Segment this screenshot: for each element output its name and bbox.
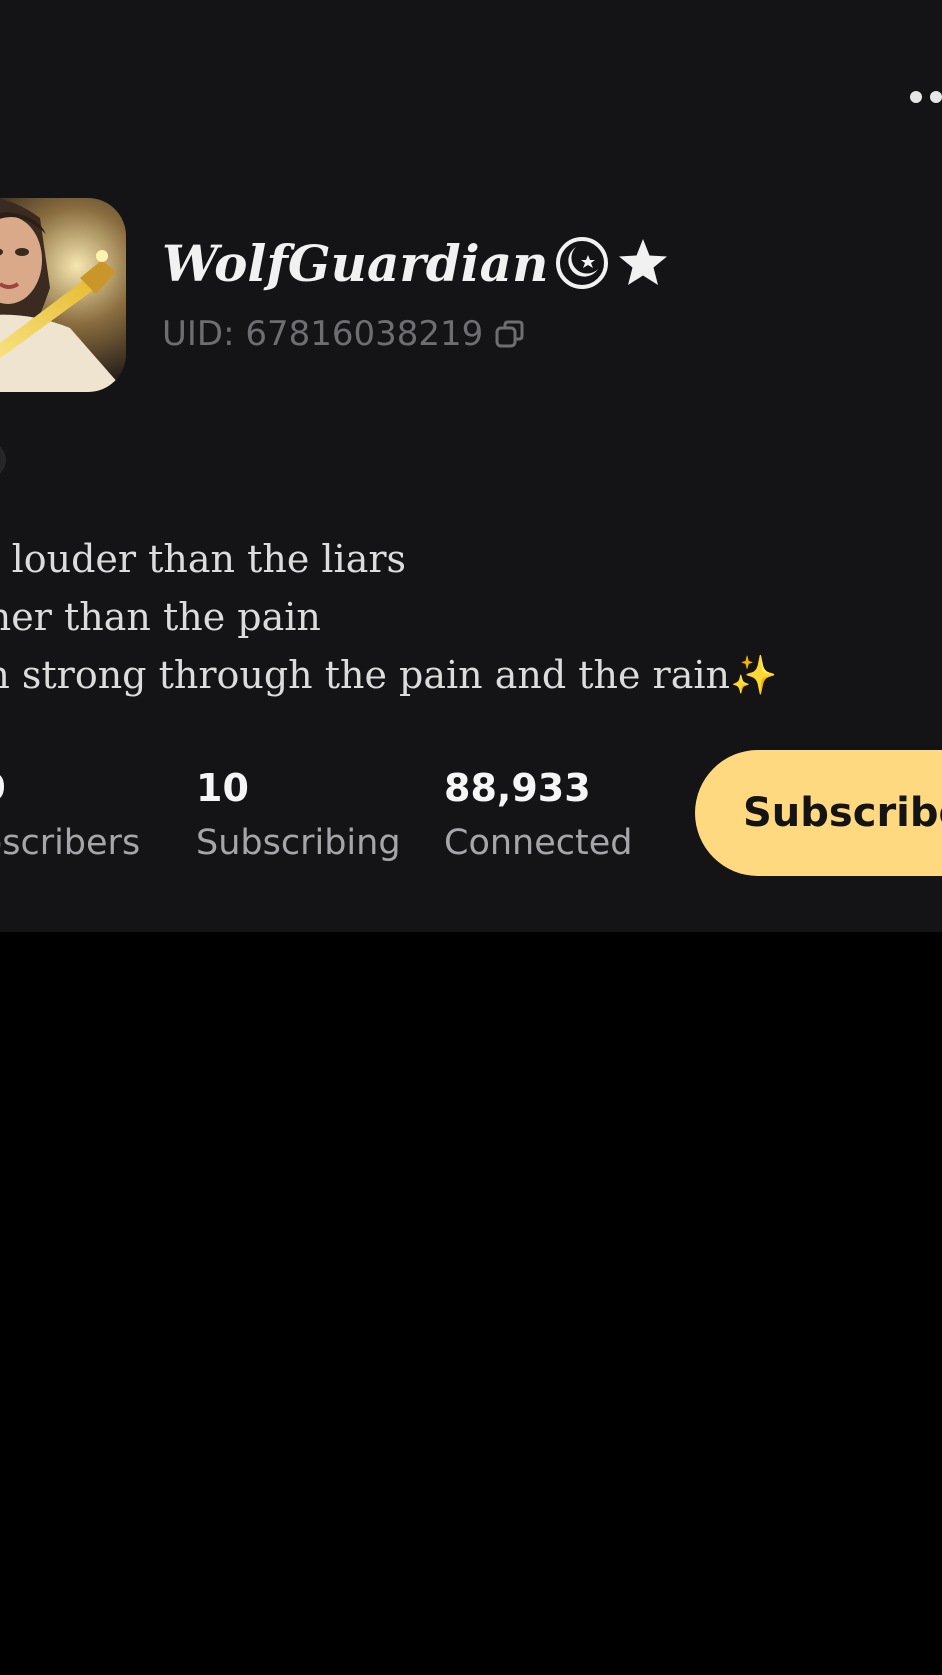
connected-label: Connected: [444, 823, 633, 863]
connected-stat[interactable]: 88,933 Connected: [444, 762, 632, 872]
more-dots-icon: [930, 91, 942, 103]
bio-line: ugher than the pain: [0, 595, 321, 639]
connected-count: 88,933: [444, 766, 591, 810]
bio-line: I'm louder than the liars: [0, 537, 407, 581]
subscribers-label: bscribers: [0, 823, 141, 863]
status-indicator: [0, 442, 6, 478]
bio: I'm louder than the liars ugher than the…: [0, 530, 777, 704]
subscribers-stat[interactable]: 9 bscribers: [0, 762, 140, 872]
profile-header-panel: WolfGuardian UID: 67816038219 I'm louder…: [0, 0, 942, 932]
subscribe-button[interactable]: Subscribe: [695, 750, 942, 876]
more-dots-icon: [910, 91, 922, 103]
subscribers-count: 9: [0, 762, 140, 814]
subscribing-count: 10: [196, 766, 249, 810]
profile-name-text: WolfGuardian: [162, 233, 549, 293]
crescent-moon-star-icon: [556, 237, 609, 289]
bio-line: lkin strong through the pain and the rai…: [0, 653, 778, 697]
star-icon: [619, 239, 668, 285]
uid-row: UID: 67816038219: [162, 312, 525, 356]
avatar[interactable]: [0, 198, 126, 392]
more-options-button[interactable]: [910, 86, 942, 108]
subscribing-label: Subscribing: [196, 823, 401, 863]
warrior-portrait-avatar: [0, 198, 126, 392]
profile-name: WolfGuardian: [162, 228, 670, 298]
copy-icon[interactable]: [495, 319, 525, 349]
uid-text: UID: 67816038219: [162, 314, 484, 354]
subscribing-stat[interactable]: 10 Subscribing: [196, 762, 401, 872]
